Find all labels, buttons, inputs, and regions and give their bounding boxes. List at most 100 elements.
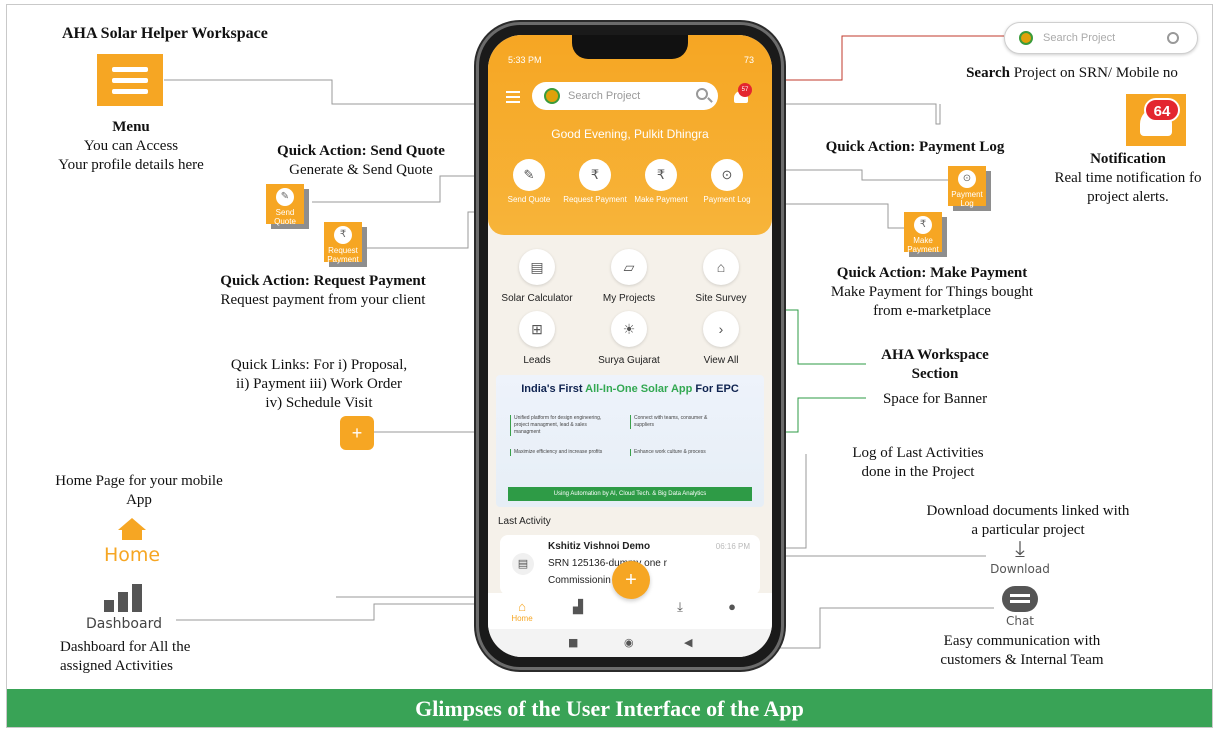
bell-icon: 64 — [1126, 94, 1186, 146]
menu-title: Menu — [112, 119, 150, 135]
quote-icon: ✎ — [276, 188, 294, 206]
grid-surya-gujarat[interactable]: ☀ Surya Gujarat — [584, 311, 674, 366]
log-icon: ⊙ — [958, 170, 976, 188]
download-annotation: Download documents linked with a particu… — [926, 503, 1130, 538]
activity-stage: Commissionin — [548, 575, 611, 586]
phone-screen: 5:33 PM 73 Search Project 57 Good Evenin… — [488, 35, 772, 657]
search-annotation: Search Project on SRN/ Mobile no — [966, 65, 1178, 81]
home-annotation: Home Page for your mobile App — [55, 473, 223, 508]
payment-log-widget: ⊙ Payment Log — [948, 166, 986, 208]
chat-icon: ● — [728, 599, 736, 614]
chat-icon: Chat — [990, 586, 1050, 634]
send-quote-title: Quick Action: Send Quote — [277, 143, 445, 159]
sun-icon: ☀ — [611, 311, 647, 347]
chat-label: Chat — [1005, 614, 1035, 628]
banner-strip: Using Automation by AI, Cloud Tech. & Bi… — [508, 487, 752, 501]
dashboard-label: Dashboard — [86, 616, 162, 632]
rupee-up-icon: ₹ — [914, 216, 932, 234]
quick-links-annotation: Quick Links: For i) Proposal, ii) Paymen… — [230, 357, 408, 411]
grid-view-all[interactable]: › View All — [676, 311, 766, 366]
home-system-icon[interactable]: ◉ — [624, 636, 634, 649]
notification-count: 64 — [1144, 98, 1180, 122]
banner-point-3: Maximize efficiency and increase profits — [510, 449, 606, 456]
chat-annotation: Easy communication with customers & Inte… — [940, 633, 1104, 668]
download-label: Download — [990, 562, 1050, 576]
payment-log-button[interactable]: ⊙ Payment Log — [694, 159, 760, 204]
make-payment-annotation: Quick Action: Make Payment Make Payment … — [830, 265, 1034, 319]
menu-icon — [97, 54, 163, 106]
battery-level: 73 — [743, 55, 754, 65]
send-quote-widget: ✎ Send Quote — [266, 184, 304, 226]
notification-badge: 57 — [738, 83, 752, 97]
request-payment-button[interactable]: ₹ Request Payment — [562, 159, 628, 204]
folder-icon: ▱ — [611, 249, 647, 285]
banner-point-1: Unified platform for design engineering,… — [510, 415, 606, 436]
survey-icon: ⌂ — [703, 249, 739, 285]
banner-point-2: Connect with teams, consumer & suppliers — [630, 415, 726, 429]
menu-desc-1: You can Access — [83, 138, 179, 154]
menu-annotation: Menu You can Access Your profile details… — [40, 118, 222, 175]
activity-time: 06:16 PM — [715, 542, 750, 551]
grid-my-projects[interactable]: ▱ My Projects — [584, 249, 674, 304]
rupee-icon: ₹ — [579, 159, 611, 191]
logo-icon — [1019, 31, 1033, 45]
request-payment-annotation: Quick Action: Request Payment Request pa… — [194, 272, 452, 310]
notification-title: Notification — [1090, 151, 1166, 167]
plus-icon: + — [340, 416, 374, 450]
make-payment-widget: ₹ Make Payment — [904, 212, 942, 254]
search-widget: Search Project — [1004, 22, 1198, 54]
notch — [572, 35, 688, 59]
activity-name: Kshitiz Vishnoi Demo — [548, 541, 651, 552]
calculator-icon: ▤ — [519, 249, 555, 285]
phone-mockup: 5:33 PM 73 Search Project 57 Good Evenin… — [476, 22, 784, 670]
home-icon: Home — [92, 514, 172, 570]
nav-chat[interactable]: ● — [712, 599, 752, 614]
chevron-right-icon: › — [703, 311, 739, 347]
leads-icon: ⊞ — [519, 311, 555, 347]
document-icon: ▤ — [512, 553, 534, 575]
grid-solar-calculator[interactable]: ▤ Solar Calculator — [492, 249, 582, 304]
payment-log-annotation: Quick Action: Payment Log — [825, 139, 1005, 155]
nav-dashboard[interactable]: ▟ — [558, 599, 598, 615]
request-payment-desc: Request payment from your client — [220, 292, 426, 308]
request-payment-title: Quick Action: Request Payment — [220, 273, 426, 289]
make-payment-button[interactable]: ₹ Make Payment — [628, 159, 694, 204]
workspace-section-annotation: AHA Workspace Section — [881, 347, 989, 382]
home-label: Home — [103, 544, 161, 566]
banner-title: India's First All-In-One Solar App For E… — [521, 383, 739, 395]
banner-point-4: Enhance work culture & process — [630, 449, 726, 456]
promo-banner[interactable]: India's First All-In-One Solar App For E… — [496, 375, 764, 507]
nav-download[interactable]: ⤓ — [660, 599, 700, 615]
status-time: 5:33 PM — [508, 55, 542, 65]
home-icon: ⌂ — [518, 599, 526, 614]
search-placeholder: Search Project — [568, 90, 641, 102]
download-icon: ⤓ — [677, 599, 683, 614]
grid-leads[interactable]: ⊞ Leads — [492, 311, 582, 366]
last-activity-title: Last Activity — [498, 516, 551, 527]
dashboard-annotation: Dashboard for All the assigned Activitie… — [60, 639, 191, 674]
search-icon — [1167, 32, 1179, 44]
grid-site-survey[interactable]: ⌂ Site Survey — [676, 249, 766, 304]
last-activities-annotation: Log of Last Activities done in the Proje… — [852, 445, 984, 480]
notification-annotation: Notification Real time notification fo p… — [1040, 150, 1216, 207]
log-icon: ⊙ — [711, 159, 743, 191]
back-icon[interactable]: ◀ — [684, 636, 692, 649]
send-quote-button[interactable]: ✎ Send Quote — [496, 159, 562, 204]
banner-annotation: Space for Banner — [882, 391, 988, 407]
rupee-up-icon: ₹ — [645, 159, 677, 191]
fab-add-button[interactable]: + — [612, 561, 650, 599]
notification-button[interactable]: 57 — [732, 83, 752, 105]
menu-desc-2: Your profile details here — [58, 157, 204, 173]
search-input[interactable]: Search Project — [532, 82, 718, 110]
dashboard-icon: Dashboard — [74, 580, 174, 636]
dashboard-icon: ▟ — [573, 599, 583, 614]
footer-title: Glimpses of the User Interface of the Ap… — [7, 689, 1212, 727]
send-quote-desc: Generate & Send Quote — [289, 162, 433, 178]
quote-icon: ✎ — [513, 159, 545, 191]
activity-srn: SRN 125136-dummy one r — [548, 558, 667, 569]
recent-apps-icon[interactable]: ■ — [568, 636, 578, 649]
menu-button[interactable] — [506, 91, 520, 103]
system-nav: ■ ◉ ◀ — [488, 629, 772, 657]
search-icon — [696, 88, 708, 100]
nav-home[interactable]: ⌂ Home — [502, 599, 542, 623]
